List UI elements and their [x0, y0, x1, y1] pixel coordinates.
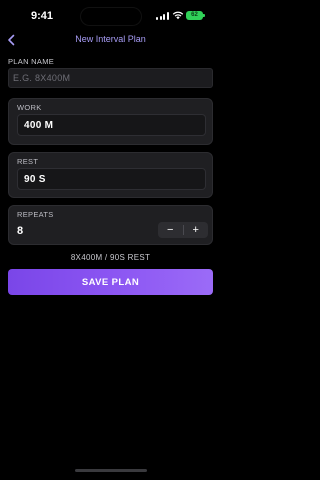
- save-plan-button[interactable]: SAVE PLAN: [8, 269, 213, 295]
- navigation-bar: New Interval Plan: [0, 30, 221, 50]
- repeats-value: 8: [17, 225, 24, 237]
- rest-card: REST: [8, 152, 213, 198]
- battery-level: 62: [191, 12, 198, 18]
- work-input[interactable]: [17, 114, 206, 136]
- plan-name-label: PLAN NAME: [8, 57, 55, 66]
- plan-summary: 8X400M / 90S REST: [70, 253, 151, 262]
- repeats-stepper: − +: [158, 222, 208, 238]
- rest-input[interactable]: [17, 168, 206, 190]
- repeats-card: REPEATS 8 − +: [8, 205, 213, 245]
- interval-plan-screen: 9:41 62 New Interval Plan PLAN NAME WORK: [0, 0, 221, 480]
- dynamic-island: [80, 7, 142, 26]
- plan-name-input[interactable]: [8, 68, 213, 88]
- status-bar: 9:41 62: [0, 0, 221, 30]
- cellular-signal-icon: [156, 12, 170, 20]
- work-card: WORK: [8, 98, 213, 145]
- page-title: New Interval Plan: [75, 34, 146, 44]
- home-indicator: [75, 469, 147, 472]
- wifi-icon: [172, 11, 184, 20]
- rest-label: REST: [17, 157, 39, 166]
- repeats-label: REPEATS: [17, 210, 54, 219]
- work-label: WORK: [17, 103, 42, 112]
- status-time: 9:41: [31, 10, 54, 22]
- increment-button[interactable]: +: [184, 222, 209, 238]
- decrement-button[interactable]: −: [158, 222, 183, 238]
- battery-tip: [203, 14, 205, 17]
